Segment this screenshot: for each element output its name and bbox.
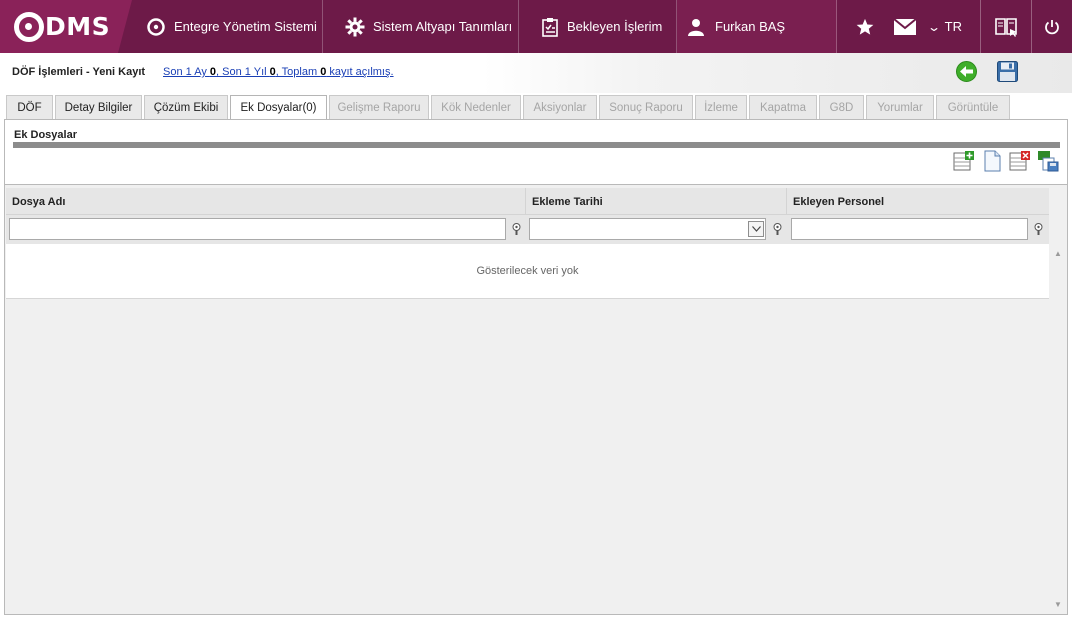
language-label: TR — [944, 19, 962, 34]
qdms-logo[interactable]: DMS — [0, 0, 132, 53]
nav-integrated-system-label: Entegre Yönetim Sistemi — [174, 19, 317, 34]
nav-system-settings[interactable]: Sistem Altyapı Tanımları — [323, 0, 519, 53]
language-selector[interactable]: ⌄ TR — [925, 19, 980, 34]
nav-integrated-system[interactable]: Entegre Yönetim Sistemi — [118, 0, 323, 53]
power-icon[interactable] — [1032, 0, 1072, 53]
filter-personnel-input[interactable] — [791, 218, 1028, 240]
export-excel-icon[interactable] — [1037, 150, 1059, 172]
tab-detail-info[interactable]: Detay Bilgiler — [55, 95, 142, 119]
section-title: Ek Dosyalar — [14, 129, 77, 141]
tab-monitoring: İzleme — [695, 95, 747, 119]
nav-user-menu[interactable]: Furkan BAŞ — [677, 0, 837, 53]
tab-bar: DÖF Detay Bilgiler Çözüm Ekibi Ek Dosyal… — [6, 95, 1012, 120]
manual-book-icon[interactable] — [981, 0, 1031, 53]
top-navbar: DMS Entegre Yönetim Sistemi Sistem Altya… — [0, 0, 1072, 53]
section-divider — [13, 142, 1060, 148]
tab-root-causes: Kök Nedenler — [431, 95, 521, 119]
back-button[interactable] — [956, 61, 977, 82]
logo-text: DMS — [45, 12, 111, 41]
grid-header-row: Dosya Adı Ekleme Tarihi Ekleyen Personel — [6, 188, 1049, 214]
chevron-down-icon: ⌄ — [926, 19, 941, 34]
document-icon[interactable] — [981, 150, 1003, 172]
tab-closing: Kapatma — [749, 95, 817, 119]
tab-comments: Yorumlar — [866, 95, 934, 119]
chevron-down-icon[interactable] — [748, 221, 764, 237]
vertical-scrollbar[interactable]: ▲ ▼ — [1052, 245, 1064, 609]
filter-icon[interactable] — [511, 223, 522, 235]
attachments-panel: Ek Dosyalar Dosya Adı Ekleme Tarihi Ekle… — [4, 119, 1068, 615]
filter-icon[interactable] — [1033, 223, 1044, 235]
save-button[interactable] — [997, 61, 1018, 82]
filter-icon[interactable] — [772, 223, 783, 235]
user-icon — [685, 16, 707, 38]
grid-filter-row — [6, 214, 1049, 274]
filter-date-select[interactable] — [529, 218, 766, 240]
scroll-down-icon[interactable]: ▼ — [1054, 600, 1062, 609]
filter-file-name-input[interactable] — [9, 218, 506, 240]
tab-g8d: G8D — [819, 95, 864, 119]
page-subheader: DÖF İşlemleri - Yeni Kayıt Son 1 Ay 0, S… — [0, 53, 1072, 93]
favorites-star-icon[interactable] — [845, 0, 885, 53]
tab-view: Görüntüle — [936, 95, 1010, 119]
grid-toolbar — [953, 150, 1059, 172]
logo-q-icon — [14, 11, 44, 42]
column-header-file-name[interactable]: Dosya Adı — [6, 188, 526, 214]
tab-solution-team[interactable]: Çözüm Ekibi — [144, 95, 228, 119]
clipboard-icon — [541, 16, 559, 38]
nav-user-label: Furkan BAŞ — [715, 19, 786, 34]
empty-state-message: Gösterilecek veri yok — [6, 244, 1049, 299]
column-header-date[interactable]: Ekleme Tarihi — [526, 188, 787, 214]
tab-attachments[interactable]: Ek Dosyalar(0) — [230, 95, 327, 120]
nav-system-settings-label: Sistem Altyapı Tanımları — [373, 19, 513, 34]
scroll-up-icon[interactable]: ▲ — [1054, 249, 1062, 258]
q-circle-icon — [146, 16, 166, 38]
tab-result-report: Sonuç Raporu — [599, 95, 693, 119]
column-header-personnel[interactable]: Ekleyen Personel — [787, 188, 1049, 214]
tab-actions: Aksiyonlar — [523, 95, 597, 119]
nav-pending-tasks[interactable]: Bekleyen İşlerim — [519, 0, 677, 53]
gear-icon — [345, 16, 365, 38]
attachments-grid: Dosya Adı Ekleme Tarihi Ekleyen Personel… — [5, 184, 1067, 614]
record-stats-link[interactable]: Son 1 Ay 0, Son 1 Yıl 0, Toplam 0 kayıt … — [163, 66, 394, 78]
mail-icon[interactable] — [885, 0, 925, 53]
delete-row-icon[interactable] — [1009, 150, 1031, 172]
nav-pending-tasks-label: Bekleyen İşlerim — [567, 19, 663, 34]
page-title: DÖF İşlemleri - Yeni Kayıt — [12, 66, 146, 78]
tab-progress-report: Gelişme Raporu — [329, 95, 429, 119]
add-row-icon[interactable] — [953, 150, 975, 172]
tab-dof[interactable]: DÖF — [6, 95, 53, 119]
